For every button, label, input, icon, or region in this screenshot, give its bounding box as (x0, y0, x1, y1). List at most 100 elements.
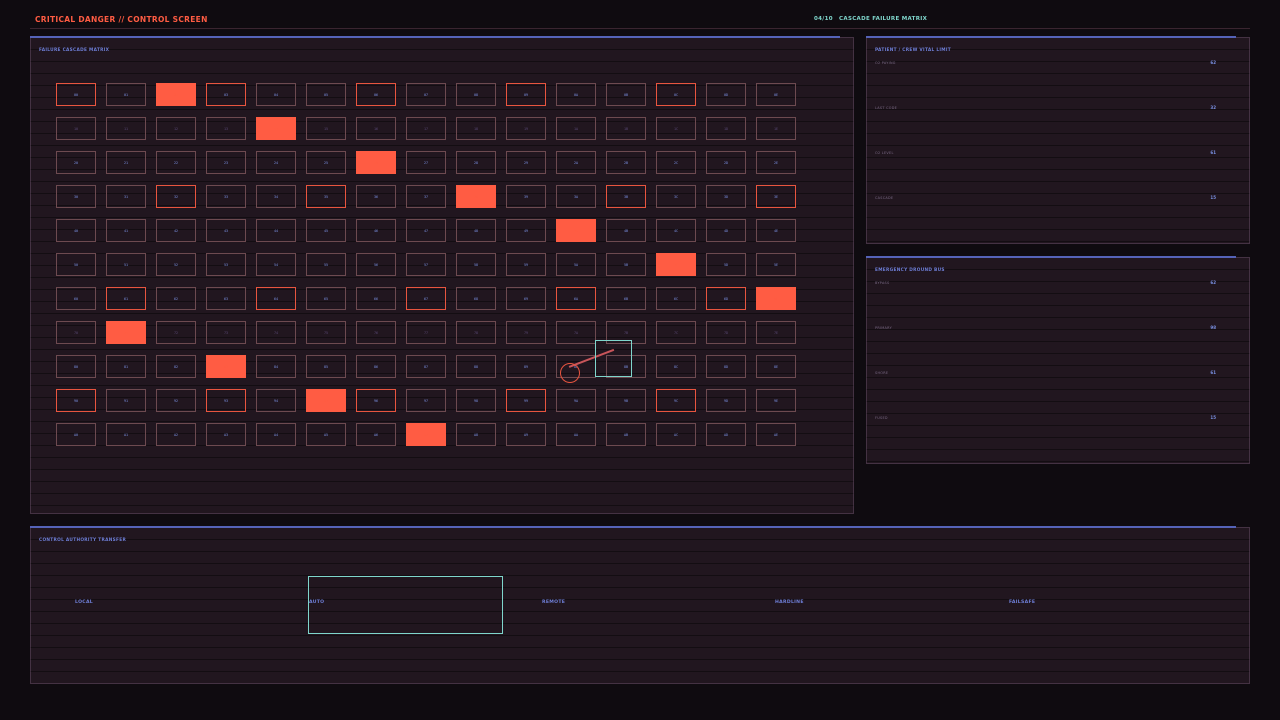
matrix-cell[interactable]: 10 (56, 117, 96, 140)
matrix-cell[interactable]: 57 (406, 253, 446, 276)
matrix-cell[interactable]: 58 (456, 253, 496, 276)
authority-option-hardline[interactable]: HARDLINE (775, 600, 804, 605)
matrix-cell[interactable]: 4B (606, 219, 646, 242)
matrix-cell[interactable]: 04 (256, 83, 296, 106)
matrix-cell[interactable]: A0 (56, 423, 96, 446)
matrix-cell[interactable]: 6C (656, 287, 696, 310)
matrix-cell[interactable]: 5E (756, 253, 796, 276)
matrix-cell[interactable]: 36 (356, 185, 396, 208)
matrix-cell[interactable]: 62 (156, 287, 196, 310)
matrix-cell[interactable]: 20 (56, 151, 96, 174)
matrix-cell[interactable]: 30 (56, 185, 96, 208)
matrix-cell[interactable]: A4 (256, 423, 296, 446)
matrix-cell[interactable]: 41 (106, 219, 146, 242)
matrix-cell[interactable]: 59 (506, 253, 546, 276)
matrix-cell[interactable]: 47 (406, 219, 446, 242)
matrix-cell[interactable]: 9A (556, 389, 596, 412)
matrix-cell[interactable]: 68 (456, 287, 496, 310)
matrix-cell[interactable]: 0E (756, 83, 796, 106)
matrix-cell[interactable]: 40 (56, 219, 96, 242)
matrix-cell[interactable]: 21 (106, 151, 146, 174)
matrix-cell[interactable]: 65 (306, 287, 346, 310)
matrix-cell[interactable]: 8E (756, 355, 796, 378)
matrix-cell[interactable]: 72 (156, 321, 196, 344)
matrix-cell[interactable]: AB (606, 423, 646, 446)
matrix-cell[interactable]: 91 (106, 389, 146, 412)
matrix-cell[interactable]: 48 (456, 219, 496, 242)
matrix-cell[interactable]: AC (656, 423, 696, 446)
matrix-cell[interactable]: 54 (256, 253, 296, 276)
matrix-cell[interactable]: 95 (306, 389, 346, 412)
matrix-cell[interactable]: 0B (606, 83, 646, 106)
matrix-cell[interactable]: 0C (656, 83, 696, 106)
matrix-cell[interactable]: 89 (506, 355, 546, 378)
matrix-cell[interactable]: 06 (356, 83, 396, 106)
matrix-cell[interactable]: 4D (706, 219, 746, 242)
matrix-cell[interactable]: 51 (106, 253, 146, 276)
matrix-cell[interactable]: 46 (356, 219, 396, 242)
matrix-cell[interactable]: 6A (556, 287, 596, 310)
matrix-cell[interactable]: 1C (656, 117, 696, 140)
matrix-cell[interactable]: 86 (356, 355, 396, 378)
matrix-cell[interactable]: 1B (606, 117, 646, 140)
matrix-cell[interactable]: 28 (456, 151, 496, 174)
matrix-cell[interactable]: 5D (706, 253, 746, 276)
matrix-cell[interactable]: 22 (156, 151, 196, 174)
matrix-cell[interactable]: 9C (656, 389, 696, 412)
matrix-cell[interactable]: 37 (406, 185, 446, 208)
matrix-cell[interactable]: 43 (206, 219, 246, 242)
matrix-cell[interactable]: 3B (606, 185, 646, 208)
matrix-cell[interactable]: 61 (106, 287, 146, 310)
matrix-cell[interactable]: 78 (456, 321, 496, 344)
matrix-cell[interactable]: 99 (506, 389, 546, 412)
matrix-cell[interactable]: 50 (56, 253, 96, 276)
matrix-cell[interactable]: 16 (356, 117, 396, 140)
matrix-cell[interactable]: 38 (456, 185, 496, 208)
matrix-cell[interactable]: 82 (156, 355, 196, 378)
matrix-cell[interactable]: 92 (156, 389, 196, 412)
matrix-cell[interactable]: 34 (256, 185, 296, 208)
matrix-cell[interactable]: 2A (556, 151, 596, 174)
matrix-cell[interactable]: 60 (56, 287, 96, 310)
matrix-cell[interactable]: 98 (456, 389, 496, 412)
matrix-cell[interactable]: 8C (656, 355, 696, 378)
matrix-cell[interactable]: 15 (306, 117, 346, 140)
authority-option-failsafe[interactable]: FAILSAFE (1009, 600, 1035, 605)
matrix-cell[interactable]: 75 (306, 321, 346, 344)
matrix-cell[interactable]: 08 (456, 83, 496, 106)
matrix-cell[interactable]: 12 (156, 117, 196, 140)
matrix-cell[interactable]: 09 (506, 83, 546, 106)
matrix-cell[interactable]: 7A (556, 321, 596, 344)
matrix-cell[interactable]: 33 (206, 185, 246, 208)
matrix-cell[interactable]: 25 (306, 151, 346, 174)
matrix-cell[interactable]: 66 (356, 287, 396, 310)
matrix-cell[interactable]: 6B (606, 287, 646, 310)
matrix-cell[interactable]: 1A (556, 117, 596, 140)
matrix-cell[interactable]: 53 (206, 253, 246, 276)
matrix-cell[interactable]: 3D (706, 185, 746, 208)
matrix-cell[interactable]: A8 (456, 423, 496, 446)
matrix-cell[interactable]: 4A (556, 219, 596, 242)
matrix-cell[interactable]: 8D (706, 355, 746, 378)
authority-option-local[interactable]: LOCAL (75, 600, 93, 605)
matrix-cell[interactable]: 03 (206, 83, 246, 106)
authority-option-remote[interactable]: REMOTE (542, 600, 565, 605)
matrix-cell[interactable]: 7C (656, 321, 696, 344)
authority-option-auto[interactable]: AUTO (309, 600, 324, 605)
matrix-cell[interactable]: 90 (56, 389, 96, 412)
matrix-cell[interactable]: 2E (756, 151, 796, 174)
matrix-cell[interactable]: 27 (406, 151, 446, 174)
matrix-cell[interactable]: 6D (706, 287, 746, 310)
matrix-cell[interactable]: 85 (306, 355, 346, 378)
matrix-cell[interactable]: 3C (656, 185, 696, 208)
matrix-cell[interactable]: 69 (506, 287, 546, 310)
matrix-cell[interactable]: 1D (706, 117, 746, 140)
matrix-cell[interactable]: 32 (156, 185, 196, 208)
matrix-cell[interactable]: 01 (106, 83, 146, 106)
matrix-cell[interactable]: 0A (556, 83, 596, 106)
matrix-cell[interactable]: A9 (506, 423, 546, 446)
matrix-cell[interactable]: 23 (206, 151, 246, 174)
matrix-cell[interactable]: 71 (106, 321, 146, 344)
matrix-cell[interactable]: AD (706, 423, 746, 446)
matrix-cell[interactable]: 07 (406, 83, 446, 106)
